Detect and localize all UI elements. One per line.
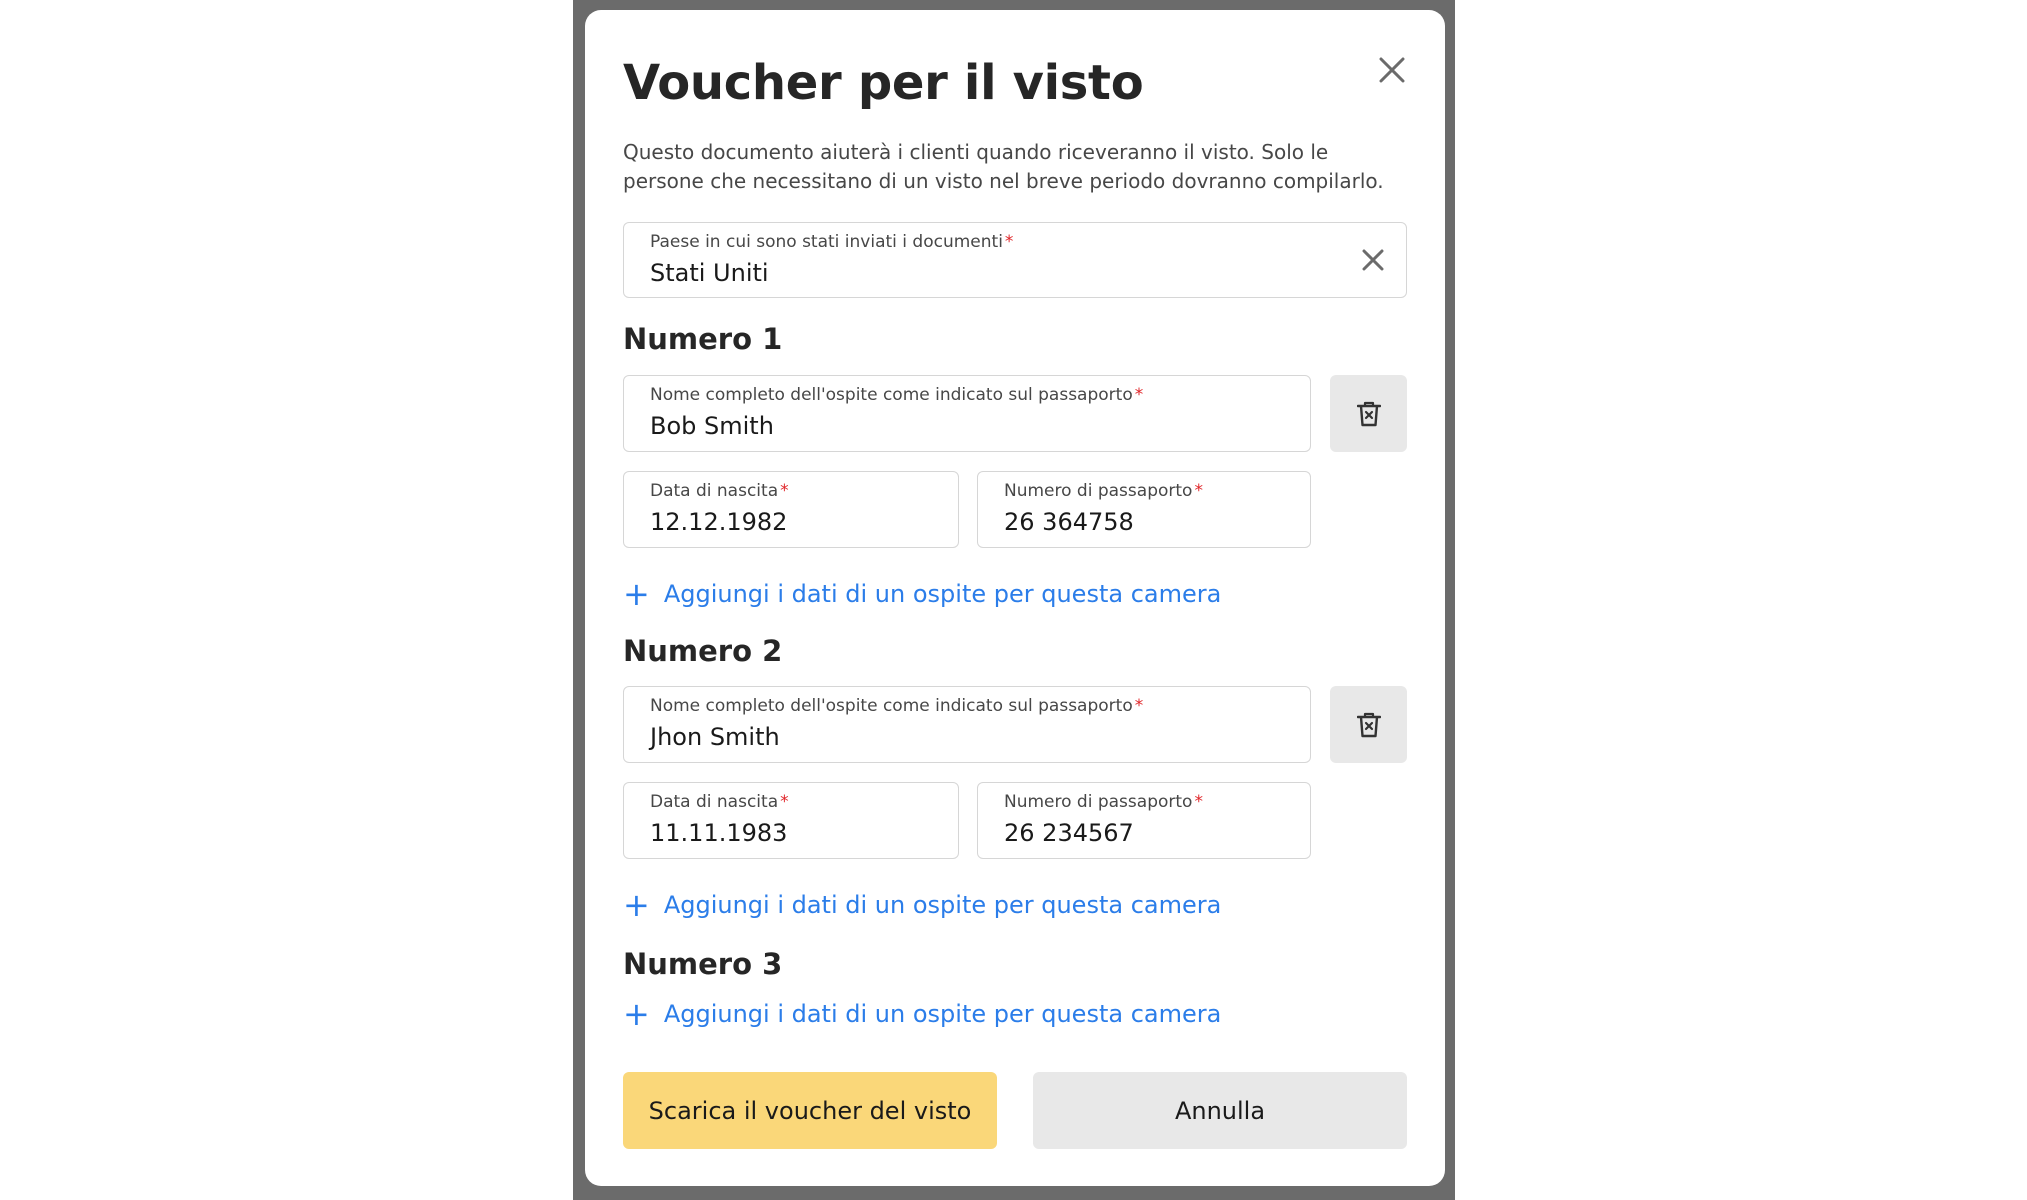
- dob-label: Data di nascita *: [650, 481, 789, 501]
- download-voucher-button[interactable]: Scarica il voucher del visto: [623, 1072, 997, 1149]
- guest-name-label: Nome completo dell'ospite come indicato …: [650, 696, 1144, 716]
- room-2-add-guest-link[interactable]: + Aggiungi i dati di un ospite per quest…: [623, 886, 1222, 924]
- required-mark: *: [1004, 232, 1014, 252]
- add-guest-label: Aggiungi i dati di un ospite per questa …: [663, 1000, 1222, 1028]
- add-guest-label: Aggiungi i dati di un ospite per questa …: [663, 891, 1222, 919]
- add-guest-label: Aggiungi i dati di un ospite per questa …: [663, 580, 1222, 608]
- guest-name-value: Bob Smith: [650, 412, 774, 440]
- required-mark: *: [780, 792, 789, 812]
- required-mark: *: [1194, 792, 1203, 812]
- passport-value: 26 234567: [1004, 819, 1134, 847]
- room-2-delete-guest-button[interactable]: [1330, 686, 1407, 763]
- guest-name-label: Nome completo dell'ospite come indicato …: [650, 385, 1144, 405]
- passport-label: Numero di passaporto *: [1004, 792, 1203, 812]
- room-2-guest-name-field[interactable]: Nome completo dell'ospite come indicato …: [623, 686, 1311, 763]
- plus-icon: +: [623, 575, 650, 613]
- close-icon: [1379, 57, 1405, 83]
- dialog-title: Voucher per il visto: [623, 55, 1144, 111]
- required-mark: *: [1134, 696, 1144, 716]
- dob-value: 12.12.1982: [650, 508, 788, 536]
- close-button[interactable]: [1370, 48, 1414, 92]
- trash-icon: [1356, 401, 1381, 426]
- required-mark: *: [1194, 481, 1203, 501]
- room-2-title: Numero 2: [623, 634, 783, 668]
- country-field[interactable]: Paese in cui sono stati inviati i docume…: [623, 222, 1407, 298]
- clear-country-button[interactable]: [1358, 245, 1388, 275]
- trash-icon: [1356, 712, 1381, 737]
- dialog-description: Questo documento aiuterà i clienti quand…: [623, 140, 1384, 193]
- dob-value: 11.11.1983: [650, 819, 788, 847]
- room-1-add-guest-link[interactable]: + Aggiungi i dati di un ospite per quest…: [623, 575, 1222, 613]
- room-1-delete-guest-button[interactable]: [1330, 375, 1407, 452]
- room-2-passport-field[interactable]: Numero di passaporto * 26 234567: [977, 782, 1311, 859]
- required-mark: *: [1134, 385, 1144, 405]
- dob-label: Data di nascita *: [650, 792, 789, 812]
- passport-label: Numero di passaporto *: [1004, 481, 1203, 501]
- required-mark: *: [780, 481, 789, 501]
- room-1-passport-field[interactable]: Numero di passaporto * 26 364758: [977, 471, 1311, 548]
- country-field-label: Paese in cui sono stati inviati i docume…: [650, 232, 1014, 252]
- passport-value: 26 364758: [1004, 508, 1134, 536]
- room-2-dob-field[interactable]: Data di nascita * 11.11.1983: [623, 782, 959, 859]
- plus-icon: +: [623, 995, 650, 1033]
- room-1-dob-field[interactable]: Data di nascita * 12.12.1982: [623, 471, 959, 548]
- clear-icon: [1362, 249, 1384, 271]
- cancel-button[interactable]: Annulla: [1033, 1072, 1407, 1149]
- plus-icon: +: [623, 886, 650, 924]
- room-3-title: Numero 3: [623, 947, 783, 981]
- room-3-add-guest-link[interactable]: + Aggiungi i dati di un ospite per quest…: [623, 995, 1222, 1033]
- guest-name-value: Jhon Smith: [650, 723, 780, 751]
- room-1-title: Numero 1: [623, 322, 783, 356]
- visa-voucher-dialog: Voucher per il visto Questo documento ai…: [585, 10, 1445, 1186]
- room-1-guest-name-field[interactable]: Nome completo dell'ospite come indicato …: [623, 375, 1311, 452]
- country-field-value: Stati Uniti: [650, 259, 769, 287]
